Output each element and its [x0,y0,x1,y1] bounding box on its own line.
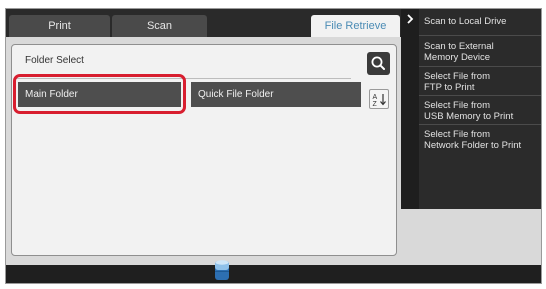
panel-title: Folder Select [25,55,84,66]
status-bar [6,265,541,283]
action-label: USB Memory to Print [424,111,514,122]
action-label: FTP to Print [424,82,475,93]
background-area [401,209,541,267]
action-label: Network Folder to Print [424,140,522,151]
divider [419,95,541,96]
tab-print[interactable]: Print [9,15,110,37]
device-screen: Print Scan File Retrieve Folder Select A… [5,8,542,284]
action-ftp-to-print[interactable]: Select File from FTP to Print [424,71,490,93]
quick-file-folder-button[interactable]: Quick File Folder [191,82,361,107]
folder-select-panel: Folder Select A Z Main Folder Quick File… [11,44,397,256]
action-usb-memory-to-print[interactable]: Select File from USB Memory to Print [424,100,513,122]
svg-text:A: A [373,94,378,101]
sort-az-icon: A Z [373,94,386,108]
action-label: Select File from [424,71,490,82]
action-panel: Scan to Local Drive Scan to External Mem… [419,9,541,209]
svg-text:Z: Z [373,101,378,108]
action-label: Memory Device [424,52,490,63]
storage-icon [215,260,229,280]
selection-highlight [13,74,186,114]
action-label: Scan to Local Drive [424,16,507,27]
sort-button[interactable]: A Z [369,89,389,109]
divider [419,35,541,36]
storage-button[interactable] [214,259,230,281]
divider [419,124,541,125]
tab-bar: Print Scan File Retrieve [6,9,401,37]
action-network-folder-to-print[interactable]: Select File from Network Folder to Print [424,129,521,151]
action-scan-to-local-drive[interactable]: Scan to Local Drive [424,16,506,27]
chevron-right-icon [407,14,414,24]
action-label: Scan to External [424,41,494,52]
search-icon [371,56,385,70]
action-label: Select File from [424,100,490,111]
action-panel-toggle[interactable] [401,9,419,209]
divider [419,66,541,67]
action-scan-to-external-memory[interactable]: Scan to External Memory Device [424,41,494,63]
search-button[interactable] [367,52,390,75]
action-label: Select File from [424,129,490,140]
tab-file-retrieve[interactable]: File Retrieve [311,15,400,37]
tab-scan[interactable]: Scan [112,15,207,37]
